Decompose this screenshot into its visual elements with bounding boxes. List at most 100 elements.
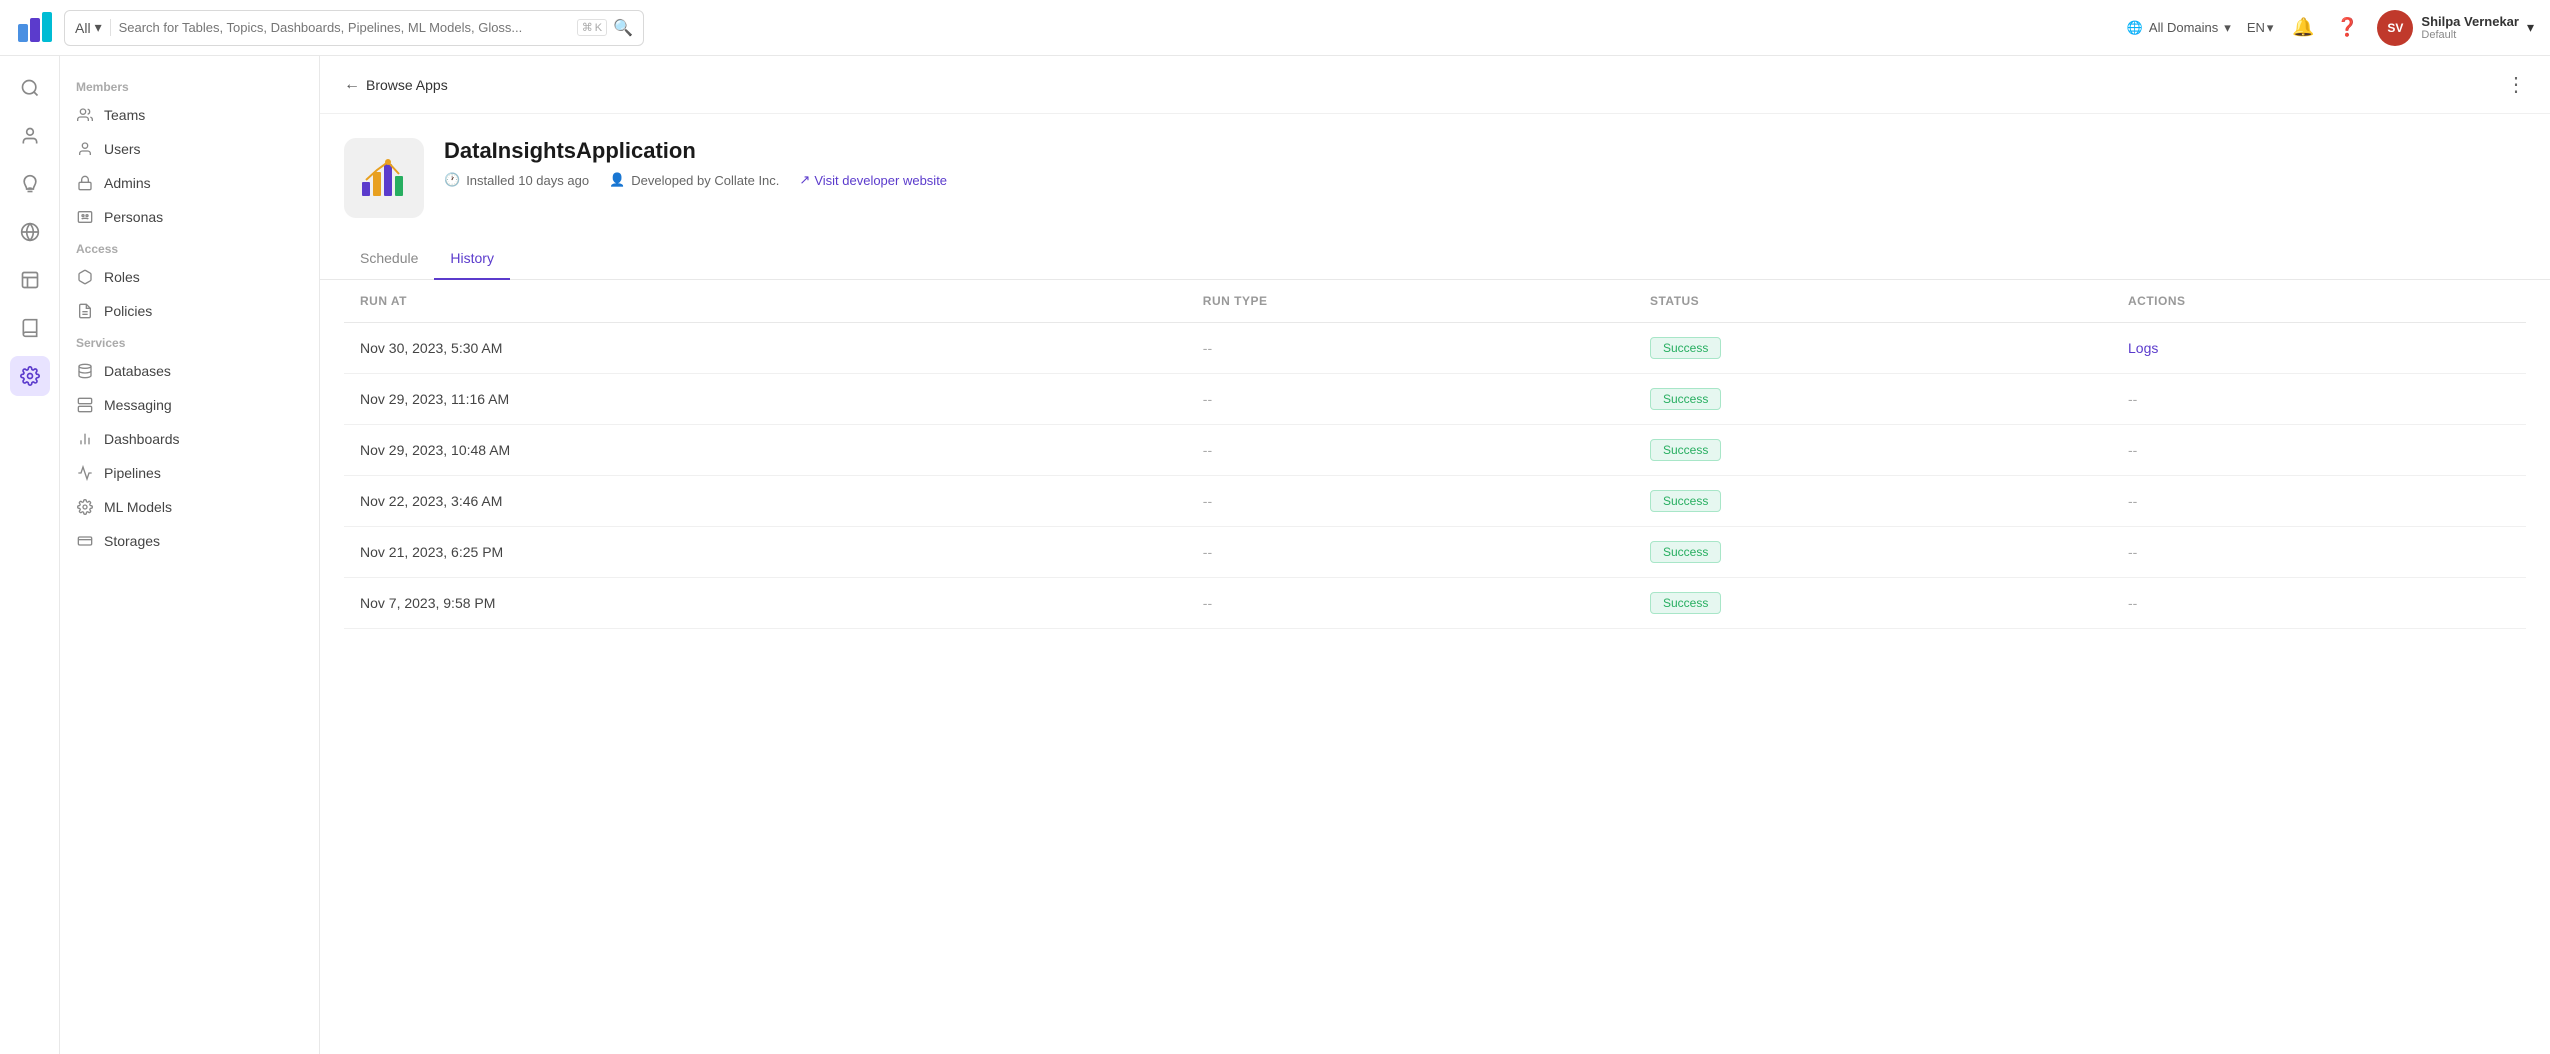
nav-storages-label: Storages [104, 533, 160, 549]
domain-selector[interactable]: 🌐 All Domains ▾ [2127, 20, 2231, 36]
nav-item-dashboards[interactable]: Dashboards [60, 422, 319, 456]
logs-link[interactable]: Logs [2128, 340, 2158, 356]
col-status: STATUS [1634, 280, 2112, 323]
cell-actions: -- [2112, 527, 2526, 578]
app-details: DataInsightsApplication 🕐 Installed 10 d… [444, 138, 947, 188]
avatar: SV [2377, 10, 2413, 46]
cell-run-at: Nov 22, 2023, 3:46 AM [344, 476, 1187, 527]
nav-policies-label: Policies [104, 303, 152, 319]
nav-item-databases[interactable]: Databases [60, 354, 319, 388]
table-row: Nov 29, 2023, 11:16 AM--Success-- [344, 374, 2526, 425]
cell-run-type: -- [1187, 323, 1634, 374]
no-action: -- [2128, 391, 2137, 407]
visit-developer-link[interactable]: ↗ Visit developer website [799, 172, 947, 188]
nav-item-policies[interactable]: Policies [60, 294, 319, 328]
cell-run-type: -- [1187, 425, 1634, 476]
cell-run-at: Nov 29, 2023, 11:16 AM [344, 374, 1187, 425]
installed-info: 🕐 Installed 10 days ago [444, 172, 589, 188]
search-input[interactable] [119, 20, 571, 35]
app-meta: 🕐 Installed 10 days ago 👤 Developed by C… [444, 172, 947, 188]
nav-users-label: Users [104, 141, 141, 157]
nav-item-teams[interactable]: Teams [60, 98, 319, 132]
dashboards-icon [76, 430, 94, 448]
cell-run-type: -- [1187, 374, 1634, 425]
language-selector[interactable]: EN ▾ [2247, 20, 2274, 36]
left-nav: Members Teams Users Admins Personas [60, 56, 320, 1054]
cell-status: Success [1634, 323, 2112, 374]
nav-item-messaging[interactable]: Messaging [60, 388, 319, 422]
search-icon: 🔍 [613, 18, 633, 38]
no-action: -- [2128, 442, 2137, 458]
more-options-button[interactable]: ⋮ [2506, 72, 2526, 97]
sidebar-explore-button[interactable] [10, 68, 50, 108]
chevron-down-icon: ▾ [2224, 20, 2231, 36]
sidebar-data-quality-button[interactable] [10, 260, 50, 300]
cell-run-type: -- [1187, 476, 1634, 527]
messaging-icon [76, 396, 94, 414]
table-container: RUN AT RUN TYPE STATUS ACTIONS Nov 30, 2… [320, 280, 2550, 629]
cell-status: Success [1634, 527, 2112, 578]
sidebar-icons [0, 56, 60, 1054]
policies-icon [76, 302, 94, 320]
table-row: Nov 22, 2023, 3:46 AM--Success-- [344, 476, 2526, 527]
person-icon: 👤 [609, 172, 625, 188]
external-link-icon: ↗ [799, 172, 810, 188]
help-button[interactable]: ❓ [2333, 14, 2361, 42]
sidebar-insights-button[interactable] [10, 164, 50, 204]
globe-icon: 🌐 [2127, 20, 2143, 36]
nav-item-users[interactable]: Users [60, 132, 319, 166]
top-nav: All ▾ ⌘ K 🔍 🌐 All Domains ▾ EN ▾ 🔔 ❓ SV … [0, 0, 2550, 56]
nav-teams-label: Teams [104, 107, 145, 123]
tab-history[interactable]: History [434, 238, 510, 280]
nav-item-pipelines[interactable]: Pipelines [60, 456, 319, 490]
cell-run-at: Nov 30, 2023, 5:30 AM [344, 323, 1187, 374]
databases-icon [76, 362, 94, 380]
tab-schedule[interactable]: Schedule [344, 238, 434, 280]
admins-icon [76, 174, 94, 192]
app-icon-wrapper [344, 138, 424, 218]
user-profile[interactable]: SV Shilpa Vernekar Default ▾ [2377, 10, 2534, 46]
nav-item-roles[interactable]: Roles [60, 260, 319, 294]
sidebar-domains-button[interactable] [10, 212, 50, 252]
nav-messaging-label: Messaging [104, 397, 172, 413]
cell-actions[interactable]: Logs [2112, 323, 2526, 374]
sidebar-governance-button[interactable] [10, 116, 50, 156]
developer-info: 👤 Developed by Collate Inc. [609, 172, 779, 188]
status-badge: Success [1650, 490, 1721, 512]
search-type-dropdown[interactable]: All ▾ [75, 19, 111, 36]
nav-item-personas[interactable]: Personas [60, 200, 319, 234]
ml-models-icon [76, 498, 94, 516]
table-row: Nov 30, 2023, 5:30 AM--Success Logs [344, 323, 2526, 374]
logo[interactable] [16, 10, 52, 46]
cell-actions: -- [2112, 374, 2526, 425]
cell-actions: -- [2112, 578, 2526, 629]
back-arrow-icon: ← [344, 76, 360, 94]
page-header: ← Browse Apps ⋮ [320, 56, 2550, 114]
app-icon [356, 150, 412, 206]
cell-actions: -- [2112, 476, 2526, 527]
notifications-button[interactable]: 🔔 [2289, 14, 2317, 42]
back-link-label: Browse Apps [366, 77, 448, 93]
nav-roles-label: Roles [104, 269, 140, 285]
cell-run-at: Nov 21, 2023, 6:25 PM [344, 527, 1187, 578]
members-section-label: Members [60, 72, 319, 98]
nav-personas-label: Personas [104, 209, 163, 225]
nav-admins-label: Admins [104, 175, 151, 191]
nav-item-admins[interactable]: Admins [60, 166, 319, 200]
back-link[interactable]: ← Browse Apps [344, 76, 448, 94]
search-bar[interactable]: All ▾ ⌘ K 🔍 [64, 10, 644, 46]
nav-item-storages[interactable]: Storages [60, 524, 319, 558]
sidebar-observability-button[interactable] [10, 308, 50, 348]
cell-run-type: -- [1187, 527, 1634, 578]
cell-run-at: Nov 7, 2023, 9:58 PM [344, 578, 1187, 629]
no-action: -- [2128, 544, 2137, 560]
cell-status: Success [1634, 476, 2112, 527]
nav-ml-models-label: ML Models [104, 499, 172, 515]
cell-actions: -- [2112, 425, 2526, 476]
services-section-label: Services [60, 328, 319, 354]
status-badge: Success [1650, 592, 1721, 614]
nav-item-ml-models[interactable]: ML Models [60, 490, 319, 524]
table-header: RUN AT RUN TYPE STATUS ACTIONS [344, 280, 2526, 323]
chevron-down-icon: ▾ [2267, 20, 2274, 36]
sidebar-settings-button[interactable] [10, 356, 50, 396]
